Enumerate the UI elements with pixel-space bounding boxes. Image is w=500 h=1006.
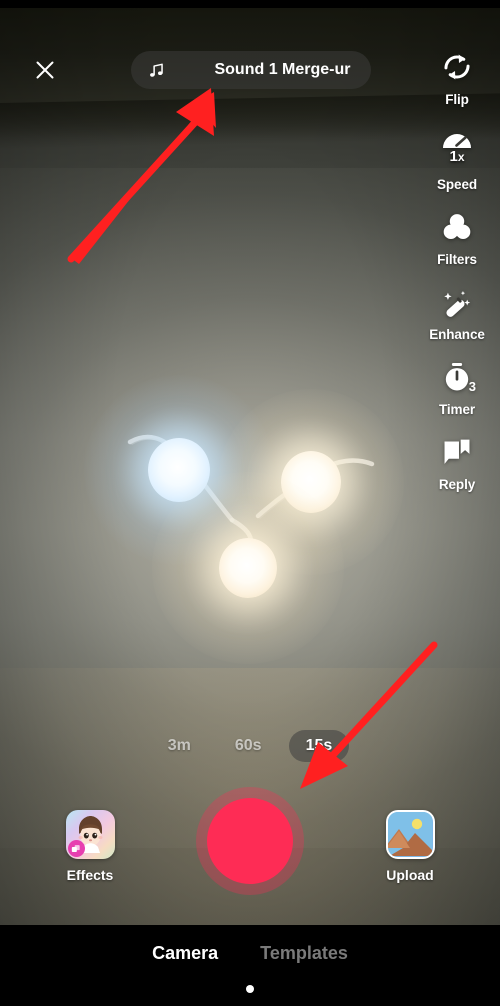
timer-badge: 3 [468,379,476,394]
sidebar-label-timer: Timer [438,402,476,417]
sidebar-item-flip[interactable]: Flip [414,45,500,107]
sidebar-item-timer[interactable]: 3 Timer [414,355,500,417]
speed-badge: 1x [449,148,465,165]
effects-label: Effects [66,867,114,883]
tab-camera[interactable]: Camera [152,943,218,964]
music-note-icon [147,61,166,80]
photo-gallery-icon [385,810,435,859]
magic-wand-icon [435,280,479,324]
sidebar-label-flip: Flip [445,92,469,107]
effects-button[interactable]: Effects [35,810,145,883]
duration-option-3m[interactable]: 3m [151,730,208,762]
tab-templates[interactable]: Templates [260,943,348,964]
sidebar-item-enhance[interactable]: Enhance [414,280,500,342]
reply-bubble-icon [435,430,479,474]
upload-button[interactable]: Upload [355,810,465,883]
sidebar-item-reply[interactable]: Reply [414,430,500,492]
duration-option-15s[interactable]: 15s [288,730,350,762]
close-x-icon [36,61,54,79]
record-button[interactable] [196,787,304,895]
upload-label: Upload [386,867,434,883]
effects-badge-icon [67,840,85,857]
flip-camera-icon [435,45,479,89]
sidebar-label-filters: Filters [437,252,477,267]
sidebar-item-speed[interactable]: 1x Speed [414,120,500,192]
sound-selector-button[interactable]: Sound 1 Merge-ur [131,51,371,89]
sidebar-label-reply: Reply [438,477,476,492]
close-button[interactable] [27,52,63,88]
bottom-tab-bar: Camera Templates [0,925,500,1006]
home-indicator [246,985,254,993]
sidebar-item-filters[interactable]: Filters [414,205,500,267]
duration-option-60s[interactable]: 60s [218,730,279,762]
sidebar-label-enhance: Enhance [429,327,485,342]
duration-selector: 3m 60s 15s [0,730,500,762]
speedometer-icon: 1x [435,120,479,165]
record-button-inner [207,798,293,884]
stopwatch-icon: 3 [435,355,479,399]
camera-tools-sidebar: Flip 1x Speed Filters Enhance 3 Timer Re… [414,45,500,505]
camera-screen: Sound 1 Merge-ur Flip 1x Speed Filters E… [0,0,500,1006]
filters-circles-icon [435,205,479,249]
sound-title: Sound 1 Merge-ur [214,61,351,78]
effects-avatar-thumbnail [65,810,115,859]
sidebar-label-speed: Speed [436,177,477,192]
